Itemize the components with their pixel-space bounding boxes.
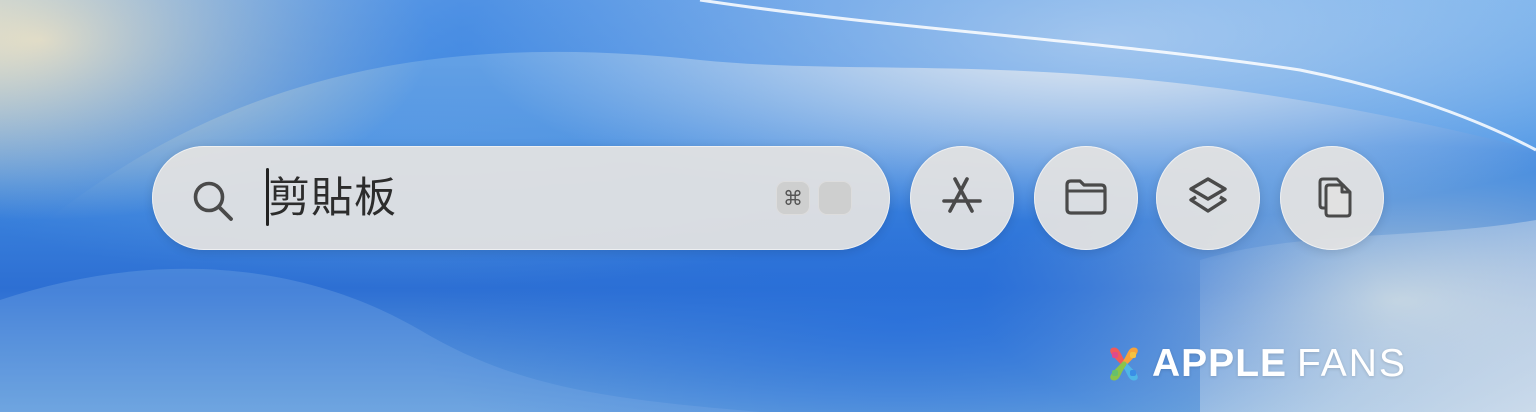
spotlight-search-bar[interactable]: 剪貼板 ⌘	[152, 146, 890, 250]
clipboard-icon	[1307, 171, 1357, 225]
clipboard-button[interactable]	[1280, 146, 1384, 250]
shortcuts-button[interactable]	[1156, 146, 1260, 250]
shortcut-key-chip	[818, 181, 852, 215]
files-button[interactable]	[1034, 146, 1138, 250]
search-input[interactable]: 剪貼板	[268, 172, 397, 224]
folder-icon	[1061, 171, 1111, 225]
command-key-chip: ⌘	[776, 181, 810, 215]
shortcuts-icon	[1183, 171, 1233, 225]
search-icon	[190, 178, 236, 224]
watermark-apple-text: APPLE	[1152, 342, 1288, 385]
watermark-fans-text: FANS	[1297, 342, 1407, 385]
app-store-button[interactable]	[910, 146, 1014, 250]
applefans-watermark: APPLE FANS	[1104, 342, 1407, 386]
app-store-icon	[937, 171, 987, 225]
apple-fans-logo	[1104, 344, 1144, 384]
